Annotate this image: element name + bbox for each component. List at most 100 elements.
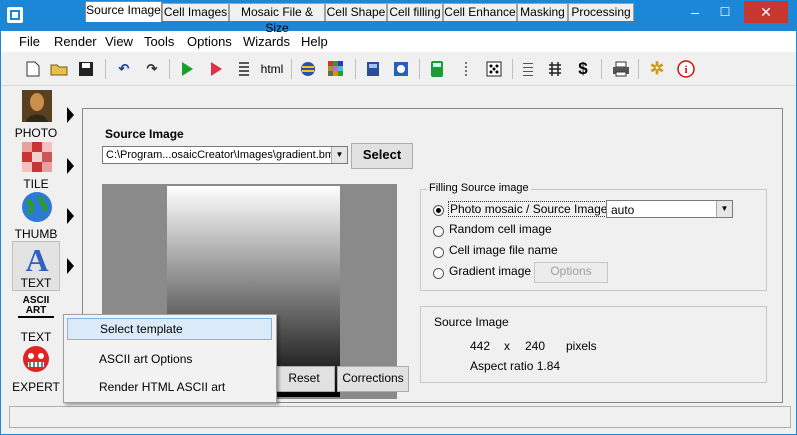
sidebar-thumb[interactable]: THUMB bbox=[12, 191, 60, 241]
sidebar-label-tile: TILE bbox=[23, 177, 49, 191]
label-photo-mosaic[interactable]: Photo mosaic / Source Image bbox=[448, 201, 610, 217]
radio-cell-filename[interactable] bbox=[433, 247, 444, 258]
save-icon[interactable] bbox=[77, 60, 95, 78]
globe-icon[interactable] bbox=[299, 60, 317, 78]
sidebar-label-thumb: THUMB bbox=[14, 227, 58, 241]
close-button[interactable]: ✕ bbox=[744, 1, 788, 23]
html-button[interactable]: html bbox=[259, 60, 285, 78]
dollar-icon[interactable]: $ bbox=[574, 59, 592, 78]
info-aspect-ratio: Aspect ratio 1.84 bbox=[470, 359, 561, 373]
menu-item-ascii-options[interactable]: ASCII art Options bbox=[67, 348, 272, 370]
globe-thumb-icon bbox=[22, 192, 52, 222]
calculator-icon[interactable] bbox=[428, 60, 446, 78]
new-file-icon[interactable] bbox=[24, 60, 42, 78]
corrections-button[interactable]: Corrections bbox=[337, 366, 409, 392]
info-title: Source Image bbox=[434, 315, 509, 329]
main-window: Mosaic Creator – ☐ ✕ File Render View To… bbox=[0, 0, 797, 435]
tab-masking[interactable]: Masking bbox=[517, 3, 568, 21]
minimize-button[interactable]: – bbox=[681, 1, 709, 23]
sidebar-photo[interactable]: PHOTO bbox=[12, 90, 60, 140]
open-folder-icon[interactable] bbox=[50, 60, 68, 78]
info-height: 240 bbox=[525, 339, 546, 353]
expert-face-icon bbox=[23, 346, 49, 372]
sidebar-label-expert: EXPERT bbox=[12, 380, 60, 394]
tab-source-image[interactable]: Source Image bbox=[85, 1, 162, 22]
source-path-combo[interactable]: C:\Program...osaicCreator\Images\gradien… bbox=[102, 146, 348, 164]
svg-text:i: i bbox=[684, 64, 687, 76]
source-image-heading: Source Image bbox=[105, 127, 184, 141]
list-icon[interactable] bbox=[519, 60, 537, 78]
radio-photo-mosaic[interactable] bbox=[433, 205, 444, 216]
info-icon[interactable]: i bbox=[677, 60, 695, 78]
menu-file[interactable]: File bbox=[19, 34, 40, 49]
settings-gear-icon[interactable]: ✲ bbox=[648, 59, 666, 78]
thumb-arrow-icon[interactable] bbox=[67, 208, 74, 224]
print-icon[interactable] bbox=[612, 60, 630, 78]
text-arrow-icon[interactable] bbox=[67, 258, 74, 274]
filling-source-group: Filling Source image Photo mosaic / Sour… bbox=[420, 182, 767, 291]
source-path-value: C:\Program...osaicCreator\Images\gradien… bbox=[106, 149, 341, 161]
menu-item-render-html-ascii[interactable]: Render HTML ASCII art bbox=[67, 376, 272, 398]
svg-text:A: A bbox=[25, 243, 48, 275]
dice-icon[interactable] bbox=[485, 60, 503, 78]
info-unit: pixels bbox=[566, 339, 597, 353]
menu-render[interactable]: Render bbox=[54, 34, 97, 49]
fill-mode-select[interactable]: auto ▼ bbox=[606, 200, 733, 218]
info-x: x bbox=[504, 339, 510, 353]
column-dots-icon[interactable] bbox=[457, 60, 475, 78]
photo-arrow-icon[interactable] bbox=[67, 107, 74, 123]
status-bar bbox=[9, 406, 791, 428]
ascii-lines-icon[interactable] bbox=[235, 60, 253, 78]
render-red-icon[interactable] bbox=[207, 60, 225, 78]
tab-processing[interactable]: Processing bbox=[568, 3, 634, 21]
reset-button[interactable]: Reset bbox=[273, 366, 335, 392]
tab-cell-images[interactable]: Cell Images bbox=[162, 3, 229, 21]
tile-icon bbox=[22, 142, 52, 172]
menu-bar: File Render View Tools Options Wizards H… bbox=[1, 31, 796, 52]
undo-icon[interactable]: ↶ bbox=[115, 60, 133, 78]
text-popup-menu: Select template ASCII art Options Render… bbox=[63, 314, 277, 403]
chevron-down-icon[interactable]: ▼ bbox=[331, 147, 347, 163]
chevron-down-icon[interactable]: ▼ bbox=[716, 201, 732, 217]
menu-tools[interactable]: Tools bbox=[144, 34, 174, 49]
tile-arrow-icon[interactable] bbox=[67, 158, 74, 174]
maximize-button[interactable]: ☐ bbox=[711, 1, 739, 23]
radio-gradient[interactable] bbox=[433, 268, 444, 279]
menu-options[interactable]: Options bbox=[187, 34, 232, 49]
menu-view[interactable]: View bbox=[105, 34, 133, 49]
sidebar-label-text: TEXT bbox=[20, 276, 52, 290]
label-gradient[interactable]: Gradient image bbox=[449, 264, 531, 278]
text-letter-icon: A bbox=[25, 243, 48, 275]
redo-icon[interactable]: ↷ bbox=[143, 60, 161, 78]
tile-grid-icon[interactable] bbox=[327, 60, 345, 78]
ascii-art-icon: ASCII ART bbox=[18, 296, 54, 318]
fill-mode-value: auto bbox=[611, 203, 635, 217]
radio-random-cell[interactable] bbox=[433, 226, 444, 237]
photo-icon bbox=[22, 90, 52, 122]
sidebar-ascii-art[interactable]: ASCII ART TEXT bbox=[12, 294, 60, 344]
info-width: 442 bbox=[470, 339, 491, 353]
select-button[interactable]: Select bbox=[351, 143, 413, 169]
toolbar: ↶ ↷ html $ ✲ i bbox=[1, 53, 796, 86]
tab-cell-shape[interactable]: Cell Shape bbox=[325, 3, 387, 21]
sidebar-tile[interactable]: TILE bbox=[12, 141, 60, 191]
grid-icon[interactable] bbox=[546, 60, 564, 78]
sidebar-label-photo: PHOTO bbox=[14, 126, 58, 140]
source-info-group: Source Image 442 x 240 pixels Aspect rat… bbox=[420, 306, 767, 383]
menu-item-select-template[interactable]: Select template bbox=[67, 318, 272, 340]
tab-cell-filling[interactable]: Cell filling bbox=[387, 3, 443, 21]
label-cell-filename[interactable]: Cell image file name bbox=[449, 243, 558, 257]
label-random-cell[interactable]: Random cell image bbox=[449, 222, 552, 236]
browser-icon[interactable] bbox=[392, 60, 410, 78]
tab-cell-enhance[interactable]: Cell Enhance bbox=[443, 3, 517, 21]
filling-legend: Filling Source image bbox=[427, 182, 531, 194]
sidebar-text[interactable]: A TEXT bbox=[12, 241, 60, 291]
sidebar-expert[interactable]: EXPERT bbox=[12, 344, 60, 394]
sidebar-label-ascii: TEXT bbox=[20, 330, 52, 344]
tab-mosaic-file-size[interactable]: Mosaic File & Size bbox=[229, 3, 325, 35]
gradient-options-button[interactable]: Options bbox=[534, 262, 608, 283]
menu-wizards[interactable]: Wizards bbox=[243, 34, 290, 49]
menu-help[interactable]: Help bbox=[301, 34, 328, 49]
render-green-icon[interactable] bbox=[178, 60, 196, 78]
book-icon[interactable] bbox=[364, 60, 382, 78]
